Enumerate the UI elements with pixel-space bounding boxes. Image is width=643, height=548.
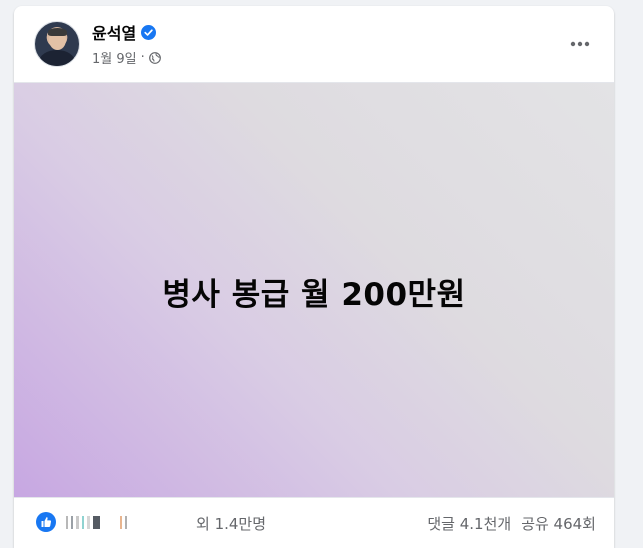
post-date[interactable]: 1월 9일 (92, 48, 137, 67)
redacted-mark (93, 515, 100, 529)
redacted-mark (87, 515, 90, 529)
redacted-mark (82, 515, 84, 529)
verified-badge-icon (141, 24, 157, 40)
redacted-mark (66, 515, 68, 529)
post-image-text: 병사 봉급 월 200만원 (162, 277, 466, 313)
more-options-icon[interactable] (564, 28, 596, 60)
redacted-mark (76, 515, 79, 529)
meta-separator: · (140, 50, 145, 65)
author-name[interactable]: 윤석열 (92, 20, 136, 44)
avatar-hair (48, 28, 67, 36)
post-stats: 댓글 4.1천개 공유 464회 (427, 513, 596, 534)
comments-count[interactable]: 댓글 4.1천개 (427, 513, 511, 534)
redacted-gap (103, 516, 117, 529)
redacted-mark (125, 515, 127, 529)
post-image[interactable]: 병사 봉급 월 200만원 (14, 82, 614, 498)
shares-count[interactable]: 공유 464회 (521, 513, 596, 534)
author-row: 윤석열 (92, 20, 157, 44)
avatar-shoulders (39, 50, 75, 66)
globe-icon[interactable] (148, 51, 161, 64)
post-meta: 1월 9일 · (92, 48, 161, 67)
post-footer: 외 1.4만명 댓글 4.1천개 공유 464회 (14, 498, 614, 548)
redacted-mark (120, 515, 122, 529)
post-card: 윤석열 1월 9일 · 병사 봉급 월 200만원 외 1.4만명 댓글 4.1… (14, 6, 614, 548)
redacted-mark (71, 515, 73, 529)
reactions-count[interactable]: 외 1.4만명 (196, 513, 266, 534)
reactor-names-redacted (66, 515, 127, 529)
post-header: 윤석열 1월 9일 · (14, 6, 614, 82)
like-icon[interactable] (36, 512, 56, 532)
author-avatar[interactable] (34, 21, 80, 67)
